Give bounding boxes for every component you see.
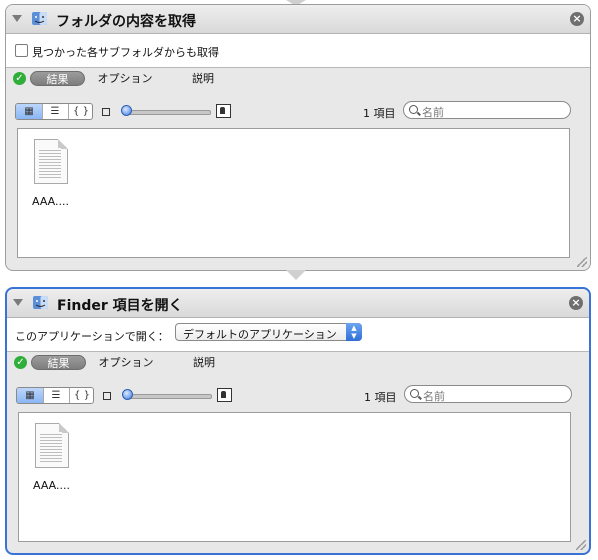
tab-options[interactable]: オプション [94,71,156,86]
search-icon [409,105,418,114]
tab-options[interactable]: オプション [95,355,157,370]
disclosure-triangle-icon[interactable] [12,15,22,22]
slider-knob[interactable] [122,389,133,400]
connector-middle [286,270,306,280]
open-with-value: デフォルトのアプリケーション [183,328,337,341]
file-name: AAA.... [32,195,69,208]
action-titlebar[interactable]: Finder 項目を開く × [7,289,589,318]
close-icon[interactable]: × [570,12,584,26]
slider-knob[interactable] [121,105,132,116]
resize-handle-icon[interactable] [577,257,587,267]
subfolders-checkbox-label: 見つかった各サブフォルダからも取得 [32,46,219,59]
action-titlebar[interactable]: フォルダの内容を取得 × [6,5,590,34]
open-with-label: このアプリケーションで開く： [15,330,169,343]
large-size-icon [217,388,232,402]
close-icon[interactable]: × [569,296,583,310]
action-title: Finder 項目を開く [57,298,183,314]
list-view-icon[interactable]: ☰ [42,104,69,119]
icon-view-icon[interactable]: ▦ [16,104,43,119]
subfolders-checkbox[interactable] [15,44,28,57]
results-toolbar: ▦ ☰ { } 1 項目 名前 [6,101,590,125]
finder-icon [33,296,48,309]
document-icon [35,423,69,468]
tab-results[interactable]: 結果 [31,355,86,370]
view-mode-control[interactable]: ▦ ☰ { } [16,387,94,404]
search-placeholder: 名前 [422,106,444,119]
icon-size-slider[interactable] [123,110,211,115]
open-with-popup[interactable]: デフォルトのアプリケーション ▲ ▼ [175,323,362,341]
finder-icon [32,12,47,25]
small-size-icon [103,392,111,400]
tab-bar: ✓ 結果 オプション 説明 [7,353,589,375]
item-count: 1 項目 [363,107,396,120]
tab-description[interactable]: 説明 [189,355,219,370]
icon-view-icon[interactable]: ▦ [17,388,44,403]
tab-results[interactable]: 結果 [30,71,85,86]
search-icon [410,389,419,398]
search-input[interactable]: 名前 [403,101,571,119]
action-options: 見つかった各サブフォルダからも取得 [6,34,590,68]
disclosure-triangle-icon[interactable] [13,299,23,306]
search-input[interactable]: 名前 [404,385,572,403]
action-open-finder-items[interactable]: Finder 項目を開く × このアプリケーションで開く： デフォルトのアプリケ… [5,287,591,555]
action-title: フォルダの内容を取得 [56,14,196,30]
search-placeholder: 名前 [423,390,445,403]
file-name: AAA.... [33,479,70,492]
code-view-icon[interactable]: { } [68,104,92,119]
icon-size-slider[interactable] [124,394,212,399]
action-options: このアプリケーションで開く： デフォルトのアプリケーション ▲ ▼ [7,318,589,352]
item-count: 1 項目 [364,391,397,404]
file-item[interactable]: AAA.... [27,421,87,501]
popup-arrows-icon: ▲ ▼ [346,323,362,341]
checkmark-icon: ✓ [14,356,27,369]
small-size-icon [102,108,110,116]
results-area[interactable]: AAA.... [17,128,570,258]
tab-description[interactable]: 説明 [188,71,218,86]
code-view-icon[interactable]: { } [69,388,93,403]
tab-bar: ✓ 結果 オプション 説明 [6,69,590,91]
resize-handle-icon[interactable] [576,540,586,550]
list-view-icon[interactable]: ☰ [43,388,70,403]
document-icon [34,139,68,184]
large-size-icon [216,104,231,118]
checkmark-icon: ✓ [13,72,26,85]
view-mode-control[interactable]: ▦ ☰ { } [15,103,93,120]
results-toolbar: ▦ ☰ { } 1 項目 名前 [7,385,589,409]
results-area[interactable]: AAA.... [18,412,571,542]
file-item[interactable]: AAA.... [26,137,86,217]
action-get-folder-contents[interactable]: フォルダの内容を取得 × 見つかった各サブフォルダからも取得 ✓ 結果 オプショ… [5,4,591,271]
